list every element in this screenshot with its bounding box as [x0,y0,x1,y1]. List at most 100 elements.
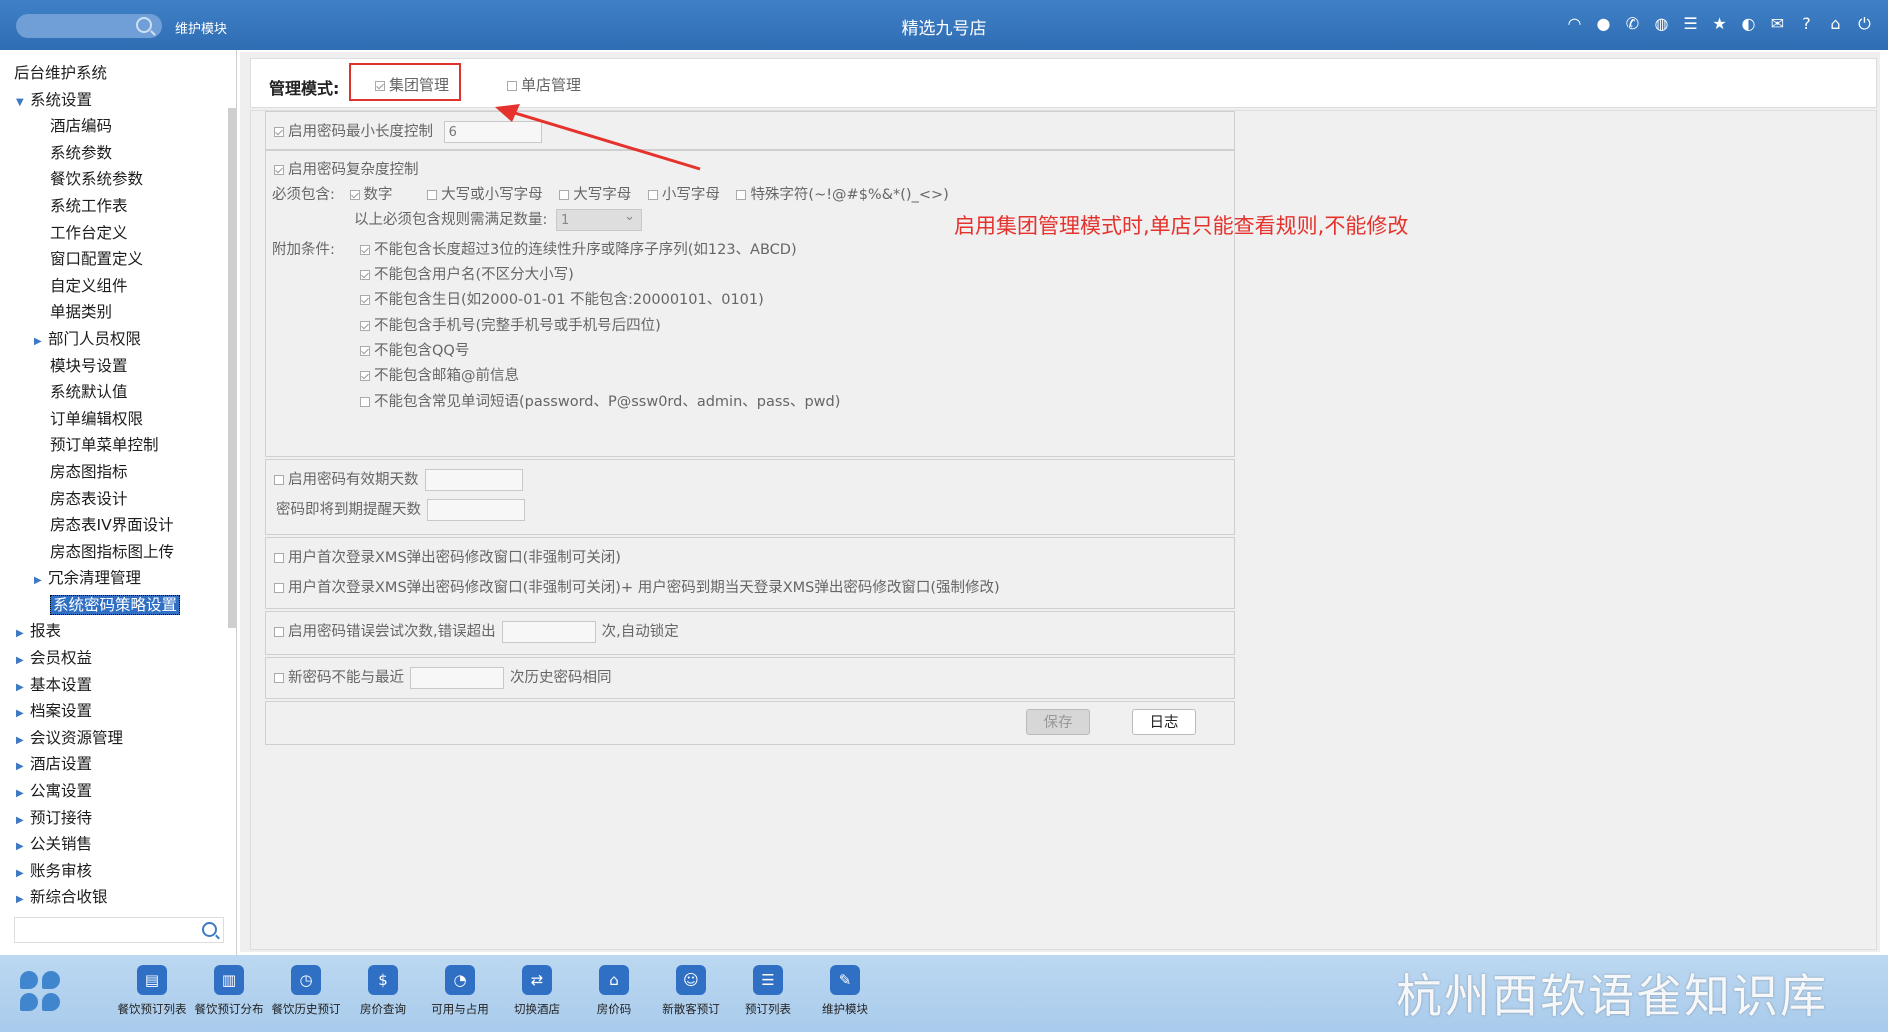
sidebar-item[interactable]: ▶ 档案设置 [14,698,224,725]
first-login-option-1[interactable]: 用户首次登录XMS弹出密码修改窗口(非强制可关闭) [274,546,621,567]
clipboard-icon[interactable]: ▤ [137,965,167,995]
expand-right-icon[interactable]: ▶ [16,648,30,675]
sidebar-item[interactable]: 窗口配置定义 [14,246,224,273]
checkbox[interactable] [360,346,370,356]
wrench-icon[interactable]: ✎ [830,965,860,995]
phone-icon[interactable]: ✆ [1623,14,1642,33]
dock-item[interactable]: ⇄ 切换酒店 [502,965,572,1017]
dock-item[interactable]: ◔ 可用与占用 [425,965,495,1017]
expand-right-icon[interactable]: ▶ [16,675,30,702]
sidebar-item[interactable]: ▶ 公关销售 [14,831,224,858]
expand-right-icon[interactable]: ▶ [16,728,30,755]
price-search-icon[interactable]: $ [368,965,398,995]
sidebar-item[interactable]: ▶ 公寓设置 [14,778,224,805]
valid-days-checkbox[interactable] [274,475,284,485]
house-icon[interactable]: ⌂ [599,965,629,995]
log-button[interactable]: 日志 [1132,709,1196,735]
help-icon[interactable]: ? [1797,14,1816,33]
lockout-count-input[interactable] [501,621,596,643]
extra-option-7[interactable]: 不能包含常见单词短语(password、P@ssw0rd、admin、pass、… [360,390,840,411]
sidebar-item[interactable]: 模块号设置 [14,353,224,380]
sidebar-item[interactable]: 系统工作表 [14,193,224,220]
checkbox[interactable] [360,270,370,280]
sidebar-item[interactable]: ▶ 报表 [14,618,224,645]
sidebar-item[interactable]: 自定义组件 [14,273,224,300]
extra-option-6[interactable]: 不能包含邮箱@前信息 [360,364,519,385]
checkbox[interactable] [274,583,284,593]
valid-days-input[interactable] [424,469,523,491]
sidebar-item[interactable]: ▶ 会议资源管理 [14,725,224,752]
expand-right-icon[interactable]: ▶ [16,781,30,808]
search-icon[interactable] [202,922,217,937]
dock-item[interactable]: ☺ 新散客预订 [656,965,726,1017]
checkbox[interactable] [274,553,284,563]
sidebar-item[interactable]: ▶ 酒店设置 [14,751,224,778]
dock-item[interactable]: $ 房价查询 [348,965,418,1017]
home-icon[interactable]: ⌂ [1826,14,1845,33]
app-logo-icon[interactable] [20,971,60,1011]
sidebar-item[interactable]: 酒店编码 [14,113,224,140]
save-button[interactable]: 保存 [1026,709,1090,735]
expand-right-icon[interactable]: ▶ [16,887,30,914]
power-icon[interactable]: ⏻ [1855,14,1874,33]
checkbox[interactable] [360,397,370,407]
sidebar-item[interactable]: ▶ 新综合收银 [14,884,224,911]
dock-item[interactable]: ◷ 餐饮历史预订 [271,965,341,1017]
guest-icon[interactable]: ☺ [676,965,706,995]
dock-item[interactable]: ⌂ 房价码 [579,965,649,1017]
sidebar-item[interactable]: 系统默认值 [14,379,224,406]
sidebar-item[interactable]: ▶ 基本设置 [14,672,224,699]
sidebar-item[interactable]: 订单编辑权限 [14,406,224,433]
history-count-input[interactable] [410,667,504,689]
expand-right-icon[interactable]: ▶ [16,621,30,648]
star-icon[interactable]: ★ [1710,14,1729,33]
extra-option-3[interactable]: 不能包含生日(如2000-01-01 不能包含:20000101、0101) [360,288,764,309]
dock-item[interactable]: ▤ 餐饮预订列表 [117,965,187,1017]
sidebar-item[interactable]: 工作台定义 [14,220,224,247]
sidebar-item[interactable]: 系统参数 [14,140,224,167]
sidebar-item[interactable]: 单据类别 [14,299,224,326]
remind-days-input[interactable] [427,499,525,521]
extra-option-2[interactable]: 不能包含用户名(不区分大小写) [360,263,574,284]
expand-right-icon[interactable]: ▶ [16,808,30,835]
palette-icon[interactable]: ◍ [1652,14,1671,33]
sidebar-item[interactable]: 预订单菜单控制 [14,432,224,459]
checkbox[interactable] [360,321,370,331]
mail-icon[interactable]: ✉ [1768,14,1787,33]
extra-option-4[interactable]: 不能包含手机号(完整手机号或手机号后四位) [360,314,661,335]
contrast-icon[interactable]: ◐ [1739,14,1758,33]
expand-right-icon[interactable]: ▶ [16,754,30,781]
sidebar-item[interactable]: 餐饮系统参数 [14,166,224,193]
sidebar-search-input[interactable] [14,917,224,943]
tree-root[interactable]: 后台维护系统 [14,60,224,87]
expand-right-icon[interactable]: ▶ [16,701,30,728]
dock-item[interactable]: ☰ 预订列表 [733,965,803,1017]
expand-right-icon[interactable]: ▶ [34,329,48,356]
history-checkbox[interactable] [274,673,284,683]
expand-right-icon[interactable]: ▶ [34,568,48,595]
sidebar-item[interactable]: 房态表设计 [14,486,224,513]
sidebar-item[interactable]: 房态图指标 [14,459,224,486]
expand-down-icon[interactable]: ▼ [16,90,30,117]
wifi-icon[interactable]: ◠ [1565,14,1584,33]
expand-right-icon[interactable]: ▶ [16,861,30,888]
first-login-option-2[interactable]: 用户首次登录XMS弹出密码修改窗口(非强制可关闭)+ 用户密码到期当天登录XMS… [274,576,1000,597]
sidebar-item[interactable]: 房态图指标图上传 [14,539,224,566]
pie-icon[interactable]: ◔ [445,965,475,995]
sidebar-item[interactable]: ▼ 系统设置 [14,87,224,114]
sidebar-scrollbar[interactable] [228,108,236,628]
extra-option-5[interactable]: 不能包含QQ号 [360,339,469,360]
sidebar-item[interactable]: 系统密码策略设置 [14,592,224,619]
checkbox[interactable] [360,295,370,305]
menu-icon[interactable]: ☰ [1681,14,1700,33]
sidebar-item[interactable]: ▶ 会员权益 [14,645,224,672]
dock-item[interactable]: ✎ 维护模块 [810,965,880,1017]
distribution-icon[interactable]: ▥ [214,965,244,995]
clock-icon[interactable]: ◷ [291,965,321,995]
sidebar-item[interactable]: 房态表IV界面设计 [14,512,224,539]
list-icon[interactable]: ☰ [753,965,783,995]
checkbox[interactable] [360,371,370,381]
switch-icon[interactable]: ⇄ [522,965,552,995]
sidebar-item[interactable]: ▶ 账务审核 [14,858,224,885]
sidebar-item[interactable]: ▶ 冗余清理管理 [14,565,224,592]
